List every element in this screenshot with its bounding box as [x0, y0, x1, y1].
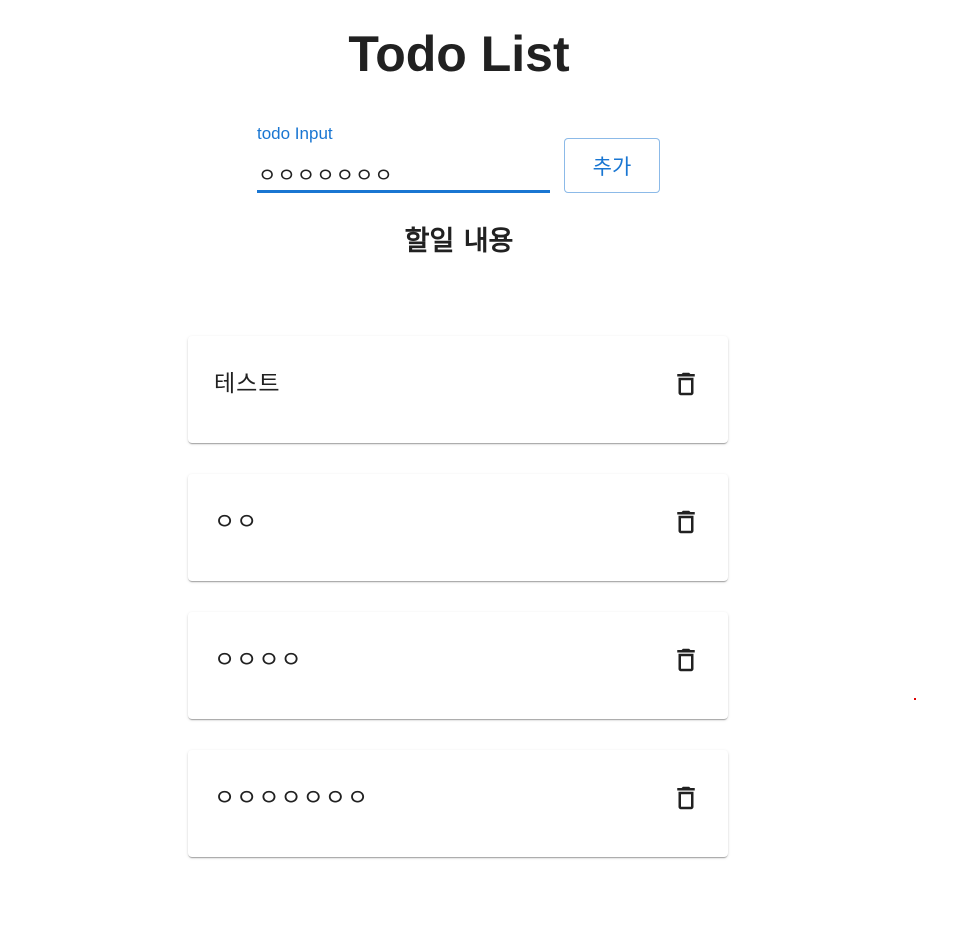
todo-input-field: todo Input	[257, 122, 550, 195]
trash-icon	[677, 786, 695, 810]
todo-item: 테스트	[188, 336, 728, 443]
todo-item-text: 테스트	[214, 371, 281, 397]
delete-button[interactable]	[666, 364, 706, 404]
delete-button[interactable]	[666, 502, 706, 542]
todo-item: ㅇㅇㅇㅇㅇㅇㅇ	[188, 750, 728, 857]
page-title: Todo List	[348, 26, 570, 82]
delete-button[interactable]	[666, 778, 706, 818]
todo-item: ㅇㅇ	[188, 474, 728, 581]
trash-icon	[677, 648, 695, 672]
stray-dot	[914, 698, 916, 700]
trash-icon	[677, 510, 695, 534]
trash-icon	[677, 372, 695, 396]
delete-button[interactable]	[666, 640, 706, 680]
todo-item-text: ㅇㅇㅇㅇㅇㅇㅇ	[214, 785, 370, 811]
todo-item-text: ㅇㅇㅇㅇ	[214, 647, 303, 673]
add-button[interactable]: 추가	[564, 138, 660, 193]
todo-list: 테스트 ㅇㅇ ㅇㅇㅇㅇ ㅇㅇㅇㅇㅇㅇㅇ	[188, 336, 728, 888]
todo-list-heading: 할일 내용	[404, 226, 514, 257]
todo-input[interactable]	[257, 156, 550, 193]
todo-app: Todo List todo Input 추가 할일 내용 테스트 ㅇㅇ ㅇㅇㅇ…	[0, 0, 954, 939]
todo-item: ㅇㅇㅇㅇ	[188, 612, 728, 719]
todo-item-text: ㅇㅇ	[214, 509, 259, 535]
todo-input-label: todo Input	[257, 124, 333, 143]
